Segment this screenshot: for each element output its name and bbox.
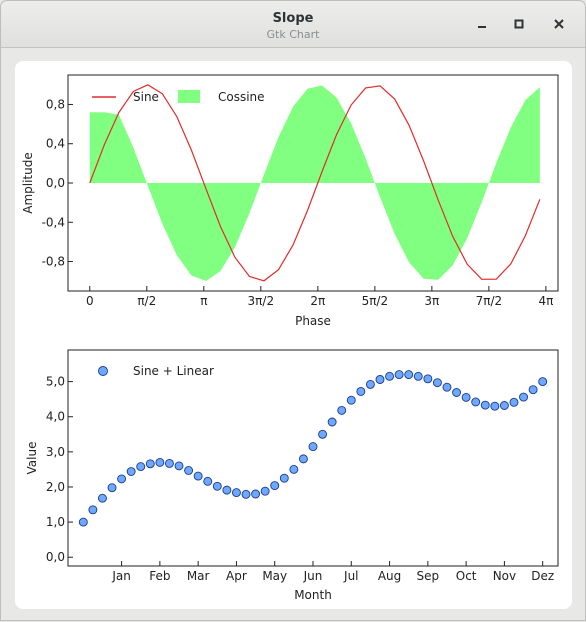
y-tick-label: 0,0 bbox=[46, 550, 65, 564]
scatter-point bbox=[98, 493, 107, 503]
scatter-point bbox=[346, 395, 356, 405]
y-tick-label: 1,0 bbox=[46, 515, 65, 529]
scatter-point bbox=[375, 375, 385, 384]
scatter-point bbox=[126, 467, 136, 476]
scatter-point bbox=[480, 400, 490, 410]
scatter-point bbox=[528, 385, 538, 395]
scatter-point bbox=[337, 405, 347, 415]
scatter-point bbox=[394, 370, 404, 380]
x-tick-label: Dez bbox=[531, 569, 554, 583]
scatter-point bbox=[145, 459, 155, 469]
scatter-point bbox=[318, 429, 328, 439]
scatter-point bbox=[519, 392, 528, 402]
x-tick-label: Jun bbox=[303, 569, 323, 583]
scatter-point bbox=[193, 471, 203, 481]
scatter-point bbox=[432, 378, 442, 388]
y-tick-label: 4,0 bbox=[46, 410, 65, 424]
x-tick-label: Mar bbox=[187, 569, 210, 583]
scatter-point bbox=[452, 388, 462, 397]
x-tick-label: Oct bbox=[456, 569, 477, 583]
plot-frame bbox=[67, 349, 559, 567]
scatter-point bbox=[260, 486, 270, 496]
y-tick-label: 3,0 bbox=[46, 445, 65, 459]
scatter-point bbox=[356, 386, 366, 396]
scatter-point bbox=[212, 481, 222, 491]
x-tick-label: Nov bbox=[493, 569, 516, 583]
scatter-point bbox=[241, 489, 251, 499]
x-tick-label: Apr bbox=[226, 569, 247, 583]
x-tick-label: Sep bbox=[417, 569, 440, 583]
scatter-point bbox=[107, 483, 117, 493]
scatter-point bbox=[184, 466, 194, 475]
scatter-point bbox=[308, 442, 318, 452]
y-tick-label: 2,0 bbox=[46, 480, 65, 494]
scatter-point bbox=[203, 476, 213, 486]
scatter-point bbox=[471, 397, 481, 407]
scatter-point bbox=[499, 401, 509, 410]
app-window: Slope Gtk Chart 0,8 0,4 0,0 -0,4 -0,8 0 π/2 π 3π… bbox=[0, 0, 586, 621]
scatter-point bbox=[461, 392, 471, 402]
monthly-chart: 5,0 4,0 3,0 2,0 1,0 0,0 Jan Feb Mar Apr May Jun Jul A… bbox=[25, 349, 559, 602]
scatter-point bbox=[413, 371, 423, 381]
legend-label: Sine + Linear bbox=[133, 364, 214, 378]
scatter-point bbox=[538, 377, 548, 387]
scatter-point bbox=[155, 457, 165, 467]
legend-marker bbox=[98, 366, 108, 376]
x-tick-label: Jul bbox=[343, 569, 358, 583]
x-tick-label: May bbox=[262, 569, 287, 583]
scatter-point bbox=[222, 485, 232, 495]
scatter-point bbox=[270, 481, 280, 491]
y-tick-label: 5,0 bbox=[46, 375, 65, 389]
x-tick-label: Aug bbox=[378, 569, 401, 583]
y-axis-label: Value bbox=[25, 442, 39, 475]
scatter-point bbox=[174, 461, 184, 471]
scatter-point bbox=[88, 505, 98, 515]
scatter-point bbox=[117, 474, 127, 484]
x-tick-label: Feb bbox=[149, 569, 170, 583]
scatter-point bbox=[251, 489, 261, 499]
scatter-point bbox=[279, 473, 289, 483]
scatter-point bbox=[231, 488, 241, 498]
scatter-point bbox=[78, 517, 88, 527]
scatter-point bbox=[298, 454, 308, 464]
scatter-point bbox=[289, 464, 299, 474]
scatter-point bbox=[385, 371, 395, 381]
scatter-point bbox=[136, 462, 146, 472]
x-tick-label: Jan bbox=[111, 569, 131, 583]
scatter-point bbox=[423, 374, 433, 384]
scatter-point bbox=[365, 379, 375, 389]
scatter-point bbox=[442, 382, 452, 392]
scatter-point bbox=[490, 401, 500, 411]
scatter-point bbox=[404, 370, 414, 380]
scatter-point bbox=[509, 397, 519, 407]
x-axis-label: Month bbox=[294, 588, 332, 602]
scatter-point bbox=[327, 417, 337, 427]
scatter-point bbox=[164, 458, 174, 468]
